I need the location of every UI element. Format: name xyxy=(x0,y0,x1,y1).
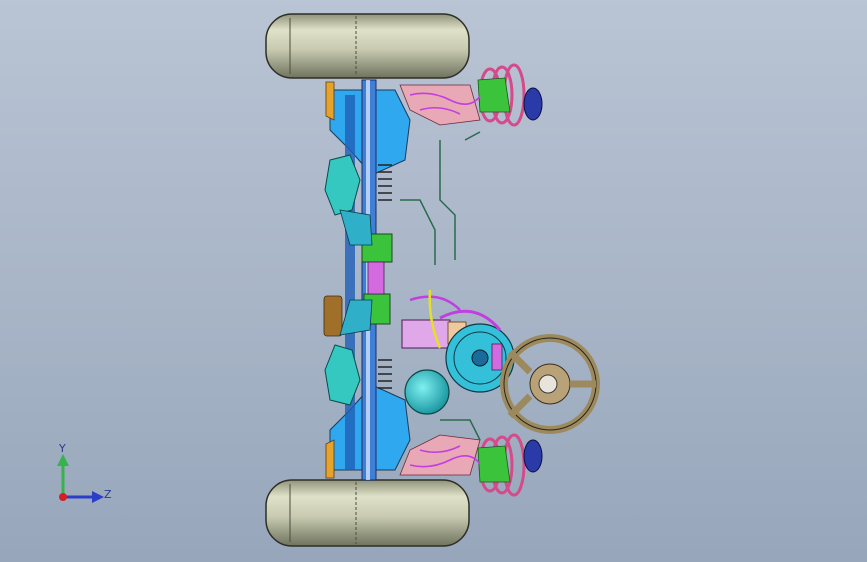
y-axis-label: Y xyxy=(58,442,66,455)
z-axis-label: Z xyxy=(104,488,112,501)
z-axis-arrow xyxy=(92,491,104,503)
steering-wheel[interactable] xyxy=(500,334,600,434)
coordinate-triad: Y Z xyxy=(57,442,112,503)
orange-brackets xyxy=(323,81,343,479)
y-axis-arrow xyxy=(57,454,69,466)
front-tire-bottom[interactable] xyxy=(265,479,470,547)
chassis-model[interactable] xyxy=(0,0,867,562)
x-axis-origin xyxy=(59,493,67,501)
cad-viewport[interactable]: Y Z xyxy=(0,0,867,562)
front-tire-top[interactable] xyxy=(265,13,470,79)
